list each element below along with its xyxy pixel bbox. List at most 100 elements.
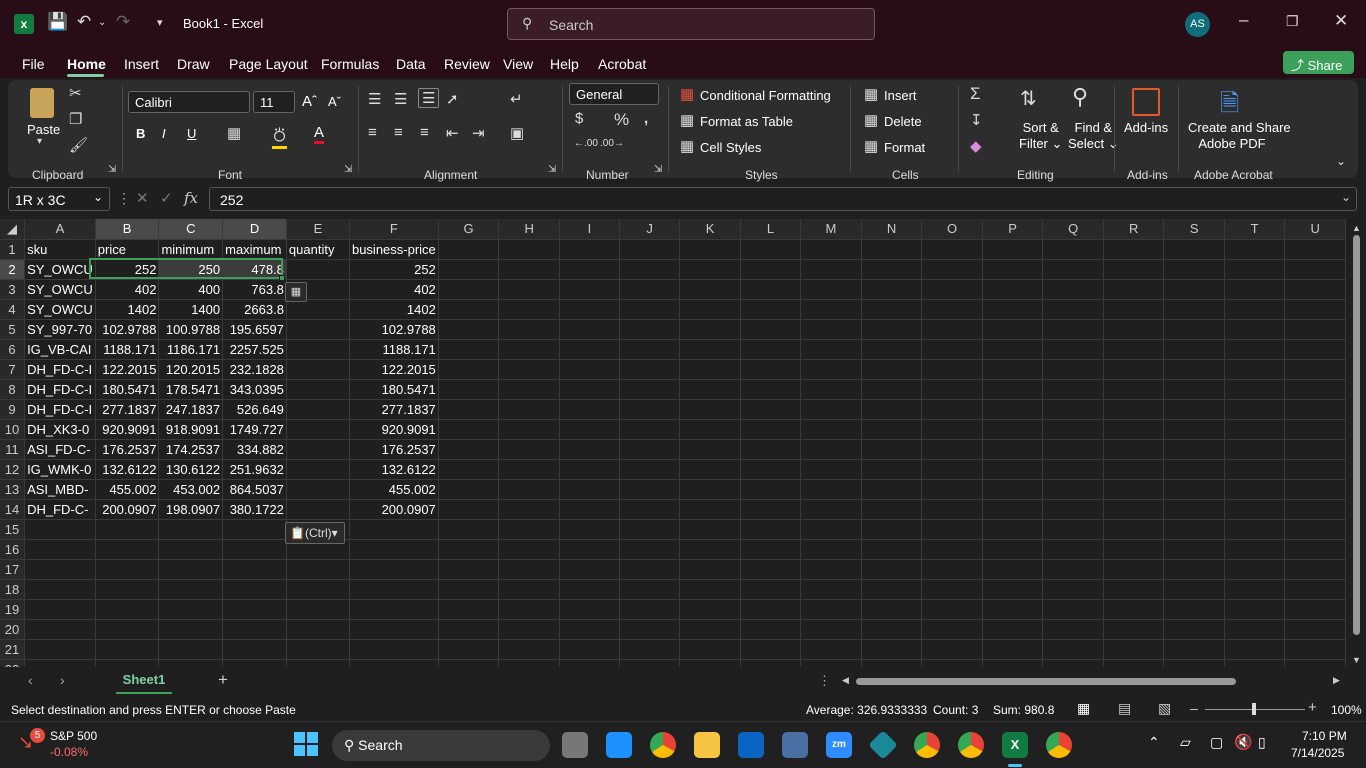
cell[interactable] bbox=[800, 639, 862, 660]
tray-overflow-icon[interactable]: ⌃ bbox=[1148, 734, 1160, 751]
cell[interactable] bbox=[1284, 539, 1346, 560]
cell[interactable] bbox=[619, 519, 681, 540]
fill-handle[interactable] bbox=[279, 275, 285, 281]
cell[interactable] bbox=[861, 399, 923, 420]
col-header[interactable]: U bbox=[1284, 219, 1346, 240]
cell[interactable] bbox=[740, 659, 802, 667]
undo-dropdown-icon[interactable]: ⌄ bbox=[98, 17, 106, 28]
cell[interactable]: 2257.525 bbox=[222, 339, 287, 360]
cell[interactable] bbox=[349, 639, 439, 660]
increase-font-icon[interactable]: Aˆ bbox=[302, 93, 317, 110]
cell[interactable]: 1188.171 bbox=[95, 339, 160, 360]
cell[interactable]: business-price bbox=[349, 239, 439, 260]
cell[interactable] bbox=[1103, 599, 1165, 620]
row-header[interactable]: 10 bbox=[0, 419, 26, 440]
cell[interactable] bbox=[740, 419, 802, 440]
cell[interactable] bbox=[1042, 459, 1104, 480]
start-windows-icon[interactable] bbox=[294, 732, 318, 756]
cell[interactable]: 1186.171 bbox=[158, 339, 224, 360]
cell[interactable] bbox=[286, 359, 350, 380]
cell[interactable] bbox=[679, 499, 741, 520]
cell[interactable]: 277.1837 bbox=[95, 399, 160, 420]
cell[interactable] bbox=[498, 359, 560, 380]
excel-taskbar-icon[interactable]: X bbox=[1002, 732, 1028, 758]
col-header[interactable]: T bbox=[1224, 219, 1286, 240]
cell[interactable] bbox=[1284, 659, 1346, 667]
cell[interactable] bbox=[800, 659, 862, 667]
row-header[interactable]: 19 bbox=[0, 599, 26, 620]
cell[interactable] bbox=[921, 519, 983, 540]
cell[interactable] bbox=[740, 319, 802, 340]
vertical-scrollbar[interactable]: ▲ ▼ bbox=[1346, 219, 1366, 667]
cell[interactable] bbox=[559, 619, 621, 640]
format-as-table-button[interactable]: Format as Table bbox=[700, 114, 793, 129]
name-box[interactable]: 1R x 3C ⌄ bbox=[8, 187, 110, 211]
cell[interactable] bbox=[1163, 319, 1225, 340]
select-all-corner[interactable]: ◢ bbox=[0, 219, 26, 240]
insert-cells-button[interactable]: Insert bbox=[884, 88, 917, 103]
row-header[interactable]: 21 bbox=[0, 639, 26, 660]
cell[interactable] bbox=[349, 659, 439, 667]
cell[interactable] bbox=[619, 539, 681, 560]
cell[interactable] bbox=[559, 359, 621, 380]
cell[interactable]: DH_FD-C-I bbox=[24, 359, 96, 380]
cell[interactable] bbox=[1224, 579, 1286, 600]
cell[interactable] bbox=[740, 259, 802, 280]
cell[interactable] bbox=[498, 619, 560, 640]
cell[interactable] bbox=[861, 299, 923, 320]
cell[interactable] bbox=[800, 459, 862, 480]
cell[interactable] bbox=[861, 599, 923, 620]
row-header[interactable]: 14 bbox=[0, 499, 26, 520]
cell[interactable] bbox=[1284, 499, 1346, 520]
cell[interactable] bbox=[740, 519, 802, 540]
cell[interactable] bbox=[1163, 599, 1225, 620]
cell[interactable] bbox=[286, 599, 350, 620]
cell[interactable] bbox=[438, 519, 500, 540]
cell[interactable] bbox=[498, 579, 560, 600]
cell[interactable] bbox=[800, 359, 862, 380]
cell[interactable] bbox=[1284, 439, 1346, 460]
cell[interactable]: price bbox=[95, 239, 160, 260]
cell[interactable] bbox=[921, 319, 983, 340]
cell[interactable] bbox=[1103, 619, 1165, 640]
cell[interactable] bbox=[1284, 579, 1346, 600]
cell[interactable] bbox=[349, 559, 439, 580]
store-icon[interactable] bbox=[606, 732, 632, 758]
cell[interactable]: ASI_FD-C- bbox=[24, 439, 96, 460]
cell[interactable]: minimum bbox=[158, 239, 224, 260]
cell[interactable] bbox=[982, 639, 1044, 660]
cell[interactable] bbox=[438, 379, 500, 400]
cell[interactable] bbox=[1103, 659, 1165, 667]
cell[interactable] bbox=[349, 619, 439, 640]
cell[interactable] bbox=[800, 319, 862, 340]
cell[interactable]: 1188.171 bbox=[349, 339, 439, 360]
paste-button[interactable]: Paste bbox=[27, 122, 60, 137]
cell[interactable] bbox=[438, 499, 500, 520]
wrap-text-icon[interactable]: ↵ bbox=[510, 90, 523, 108]
cell[interactable]: 100.9788 bbox=[158, 319, 224, 340]
tab-review[interactable]: Review bbox=[444, 56, 490, 72]
row-header[interactable]: 8 bbox=[0, 379, 26, 400]
format-painter-icon[interactable]: 🖌 bbox=[69, 136, 88, 154]
cell[interactable] bbox=[1103, 359, 1165, 380]
cell[interactable] bbox=[740, 459, 802, 480]
page-layout-view-icon[interactable]: ▤ bbox=[1118, 700, 1131, 717]
cell[interactable] bbox=[1284, 359, 1346, 380]
cell[interactable] bbox=[800, 519, 862, 540]
cell[interactable] bbox=[619, 419, 681, 440]
cell[interactable] bbox=[1163, 619, 1225, 640]
cell[interactable] bbox=[982, 259, 1044, 280]
cell[interactable]: 2663.8 bbox=[222, 299, 287, 320]
create-pdf-button[interactable]: Create and Share Adobe PDF bbox=[1188, 120, 1291, 152]
cell[interactable] bbox=[1042, 619, 1104, 640]
cell[interactable] bbox=[982, 359, 1044, 380]
cell[interactable] bbox=[1163, 539, 1225, 560]
cell[interactable] bbox=[982, 239, 1044, 260]
zoom-level[interactable]: 100% bbox=[1331, 703, 1362, 717]
cell[interactable] bbox=[95, 559, 160, 580]
cell[interactable] bbox=[740, 279, 802, 300]
cell[interactable] bbox=[1042, 439, 1104, 460]
cell[interactable]: DH_FD-C- bbox=[24, 499, 96, 520]
calculator-icon[interactable] bbox=[782, 732, 808, 758]
cell[interactable] bbox=[559, 579, 621, 600]
